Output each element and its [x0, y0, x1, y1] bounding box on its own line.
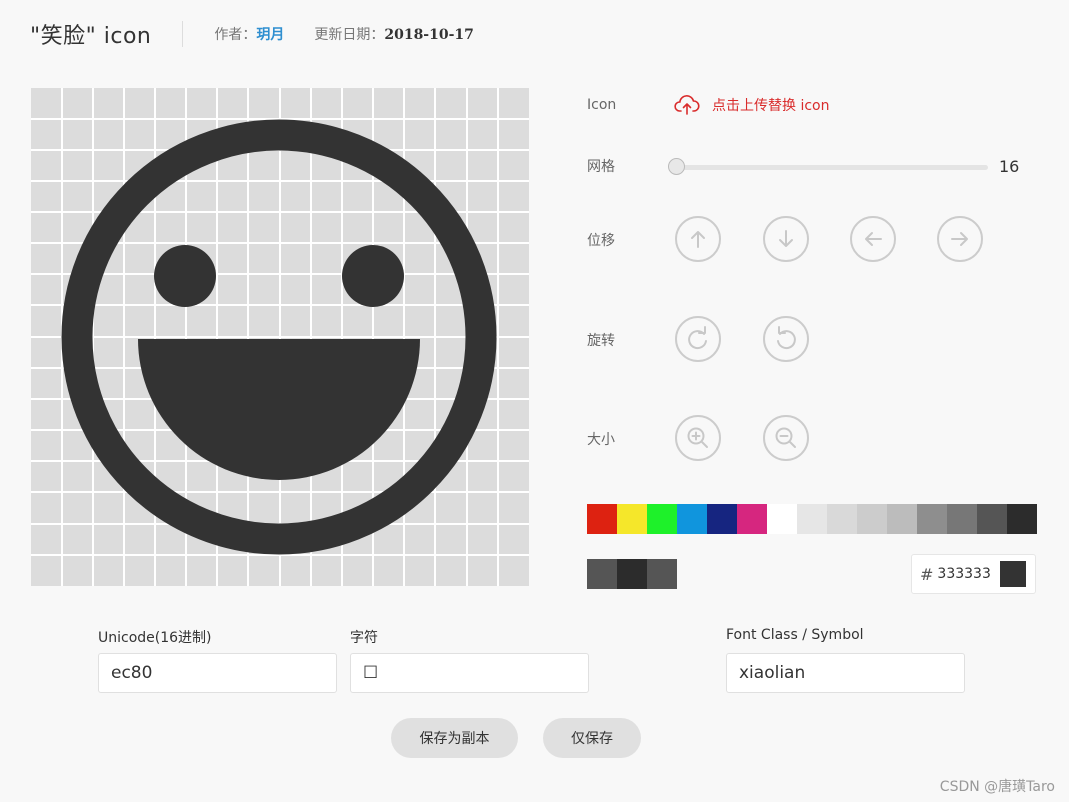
author-label: 作者： — [214, 27, 257, 43]
color-swatch[interactable] — [617, 559, 647, 589]
page-title: "笑脸" icon — [30, 24, 152, 49]
color-swatch[interactable] — [737, 504, 767, 534]
rotate-label: 旋转 — [587, 333, 615, 349]
move-down-button[interactable] — [763, 216, 809, 262]
zoom-in-button[interactable] — [675, 415, 721, 461]
icon-edit-canvas[interactable] — [31, 88, 529, 586]
header-divider — [182, 21, 184, 47]
color-palette — [587, 504, 1037, 534]
color-swatch[interactable] — [647, 559, 677, 589]
color-swatch[interactable] — [1007, 504, 1037, 534]
hash-symbol: # — [920, 564, 934, 584]
color-swatch[interactable] — [797, 504, 827, 534]
color-swatch[interactable] — [857, 504, 887, 534]
upload-icon-link[interactable]: 点击上传替换 icon — [674, 94, 829, 116]
page-header: "笑脸" icon 作者：玥月 更新日期：2018-10-17 — [30, 17, 504, 51]
char-label: 字符 — [350, 630, 378, 646]
arrow-left-icon — [865, 232, 882, 246]
color-swatch[interactable] — [887, 504, 917, 534]
move-right-button[interactable] — [937, 216, 983, 262]
author-name[interactable]: 玥月 — [256, 27, 284, 43]
upload-text: 点击上传替换 icon — [712, 98, 830, 114]
icon-label: Icon — [587, 97, 617, 113]
arrow-right-icon — [951, 232, 968, 246]
move-label: 位移 — [587, 233, 615, 249]
move-left-button[interactable] — [850, 216, 896, 262]
color-swatch[interactable] — [587, 559, 617, 589]
grid-label: 网格 — [587, 159, 615, 175]
cloud-upload-icon — [674, 95, 700, 115]
color-hex-value[interactable]: 333333 — [937, 566, 990, 582]
arrow-up-icon — [691, 231, 705, 248]
color-swatch[interactable] — [617, 504, 647, 534]
rotate-cw-button[interactable] — [675, 316, 721, 362]
fontclass-label: Font Class / Symbol — [726, 627, 864, 643]
color-swatch[interactable] — [917, 504, 947, 534]
arrow-down-icon — [779, 230, 793, 247]
unicode-label: Unicode(16进制) — [98, 630, 212, 646]
char-input[interactable]: ☐ — [350, 653, 589, 693]
size-label: 大小 — [587, 432, 615, 448]
zoom-out-button[interactable] — [763, 415, 809, 461]
color-swatch[interactable] — [827, 504, 857, 534]
color-swatch[interactable] — [647, 504, 677, 534]
color-swatch[interactable] — [587, 504, 617, 534]
rotate-ccw-icon — [777, 326, 796, 350]
grid-size-value: 16 — [999, 157, 1020, 176]
date-label: 更新日期： — [314, 27, 385, 43]
unicode-input[interactable]: ec80 — [98, 653, 337, 693]
fontclass-input[interactable]: xiaolian — [726, 653, 965, 693]
grid-size-slider[interactable] — [668, 157, 988, 177]
save-button[interactable]: 仅保存 — [543, 718, 641, 758]
color-swatch[interactable] — [947, 504, 977, 534]
move-up-button[interactable] — [675, 216, 721, 262]
recent-colors — [587, 559, 677, 589]
rotate-ccw-button[interactable] — [763, 316, 809, 362]
color-swatch[interactable] — [707, 504, 737, 534]
color-hex-input[interactable]: # 333333 — [911, 554, 1036, 594]
smiley-face-icon — [61, 119, 497, 555]
slider-track[interactable] — [668, 165, 988, 170]
watermark: CSDN @唐璜Taro — [939, 779, 1055, 795]
rotate-cw-icon — [688, 326, 707, 350]
color-preview-swatch[interactable] — [1000, 561, 1026, 587]
color-swatch[interactable] — [677, 504, 707, 534]
color-swatch[interactable] — [977, 504, 1007, 534]
zoom-in-icon — [687, 427, 708, 448]
zoom-out-icon — [775, 427, 796, 448]
save-as-copy-button[interactable]: 保存为副本 — [391, 718, 518, 758]
slider-handle[interactable] — [668, 158, 685, 175]
author-meta: 作者：玥月 — [214, 24, 284, 44]
date-meta: 更新日期：2018-10-17 — [314, 24, 474, 44]
date-value: 2018-10-17 — [384, 27, 474, 43]
color-swatch[interactable] — [767, 504, 797, 534]
